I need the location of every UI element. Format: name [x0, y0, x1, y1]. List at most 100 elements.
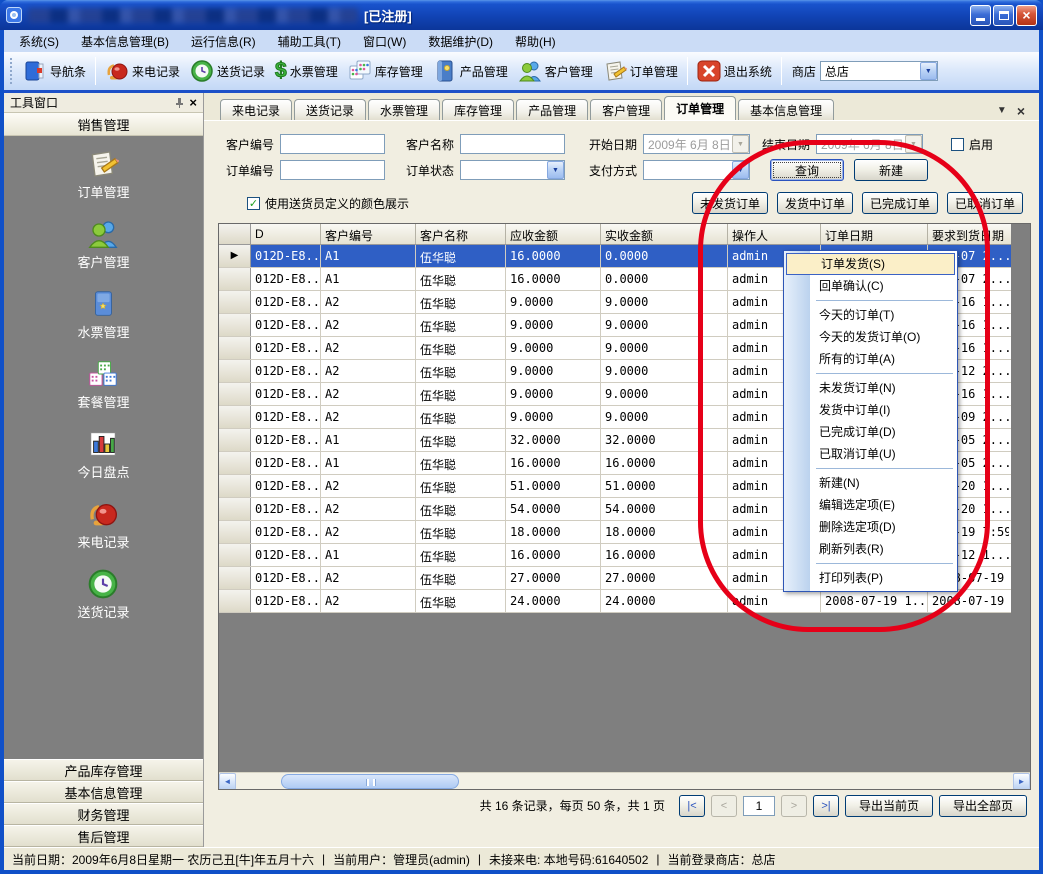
toolbar-customer-button[interactable]: 客户管理	[513, 57, 598, 85]
sidebar-item-package[interactable]: 套餐管理	[77, 358, 129, 411]
context-menu-item[interactable]: 订单发货(S)	[786, 253, 955, 275]
pin-icon[interactable]	[173, 97, 185, 109]
row-selector[interactable]	[219, 291, 251, 313]
row-selector[interactable]	[219, 268, 251, 290]
row-selector[interactable]	[219, 544, 251, 566]
context-menu-item[interactable]: 编辑选定项(E)	[785, 494, 956, 516]
row-selector[interactable]	[219, 452, 251, 474]
start-date-picker[interactable]: 2009年 6月 8日 ▼	[643, 134, 750, 154]
color-option-checkbox[interactable]: ✓	[247, 197, 260, 210]
pay-method-select[interactable]: ▼	[643, 160, 750, 180]
scroll-left-icon[interactable]: ◄	[219, 773, 236, 790]
order-status-filter-button[interactable]: 未发货订单	[692, 192, 768, 214]
order-status-filter-button[interactable]: 已取消订单	[947, 192, 1023, 214]
sidebar-item-order[interactable]: 订单管理	[77, 148, 129, 201]
toolbar-nav-button[interactable]: 导航条	[18, 57, 91, 85]
row-selector[interactable]	[219, 314, 251, 336]
header-customer-no[interactable]: 客户编号	[321, 224, 416, 244]
row-selector[interactable]	[219, 567, 251, 589]
menubar-item[interactable]: 辅助工具(T)	[267, 30, 352, 52]
context-menu-item[interactable]: 删除选定项(D)	[785, 516, 956, 538]
store-select[interactable]: 总店 ▼	[820, 61, 938, 81]
new-button[interactable]: 新建	[854, 159, 928, 181]
row-selector[interactable]	[219, 360, 251, 382]
chevron-down-icon[interactable]: ▼	[547, 161, 564, 179]
tab[interactable]: 水票管理	[368, 99, 440, 120]
row-selector[interactable]	[219, 383, 251, 405]
header-order-date[interactable]: 订单日期	[821, 224, 928, 244]
toolbar-ticket-button[interactable]: $ 水票管理	[270, 58, 343, 84]
menubar-item[interactable]: 帮助(H)	[504, 30, 567, 52]
tool-window-close-icon[interactable]: ×	[189, 98, 197, 108]
row-selector[interactable]	[219, 475, 251, 497]
sidebar-section-button[interactable]: 售后管理	[4, 825, 203, 847]
first-page-button[interactable]: |<	[679, 795, 705, 817]
next-page-button[interactable]: >	[781, 795, 807, 817]
chevron-down-icon[interactable]: ▼	[732, 161, 749, 179]
chevron-down-icon[interactable]: ▼	[920, 62, 937, 80]
header-receivable[interactable]: 应收金额	[506, 224, 601, 244]
context-menu-item[interactable]: 回单确认(C)	[785, 275, 956, 297]
header-required-date[interactable]: 要求到货日期	[928, 224, 1009, 244]
query-button[interactable]: 查询	[770, 159, 844, 181]
sidebar-section-button[interactable]: 产品库存管理	[4, 759, 203, 781]
toolbar-exit-button[interactable]: 退出系统	[692, 57, 777, 85]
tab[interactable]: 来电记录	[220, 99, 292, 120]
context-menu-item[interactable]: 未发货订单(N)	[785, 377, 956, 399]
prev-page-button[interactable]: <	[711, 795, 737, 817]
header-received[interactable]: 实收金额	[601, 224, 728, 244]
sidebar-section-sales[interactable]: 销售管理	[4, 113, 203, 136]
context-menu-item[interactable]: 打印列表(P)	[785, 567, 956, 589]
menubar-item[interactable]: 运行信息(R)	[180, 30, 267, 52]
row-selector[interactable]	[219, 406, 251, 428]
enable-checkbox[interactable]	[951, 138, 964, 151]
row-selector[interactable]	[219, 521, 251, 543]
header-id[interactable]: D	[251, 224, 321, 244]
context-menu-item[interactable]: 已完成订单(D)	[785, 421, 956, 443]
sidebar-item-ticket[interactable]: 水票管理	[77, 288, 129, 341]
export-current-page-button[interactable]: 导出当前页	[845, 795, 933, 817]
toolbar-inventory-button[interactable]: 库存管理	[343, 57, 428, 85]
maximize-button[interactable]	[993, 5, 1014, 26]
scroll-right-icon[interactable]: ►	[1013, 773, 1030, 790]
horizontal-scrollbar[interactable]: ◄ ►	[219, 772, 1030, 789]
row-selector[interactable]	[219, 498, 251, 520]
header-operator[interactable]: 操作人	[728, 224, 821, 244]
tab[interactable]: 库存管理	[442, 99, 514, 120]
end-date-picker[interactable]: 2009年 6月 8日 ▼	[816, 134, 923, 154]
order-status-filter-button[interactable]: 已完成订单	[862, 192, 938, 214]
order-no-input[interactable]	[280, 160, 385, 180]
context-menu-item[interactable]: 新建(N)	[785, 472, 956, 494]
context-menu-item[interactable]: 发货中订单(I)	[785, 399, 956, 421]
toolbar-call-log-button[interactable]: 来电记录	[100, 57, 185, 85]
page-number-input[interactable]	[743, 796, 775, 816]
menubar-item[interactable]: 系统(S)	[8, 30, 70, 52]
toolbar-order-button[interactable]: 订单管理	[598, 57, 683, 85]
table-row[interactable]: 012D-E8... A2 伍华聪 24.0000 24.0000 admin …	[219, 590, 1011, 613]
scrollbar-thumb[interactable]	[281, 774, 459, 789]
tab-menu-icon[interactable]: ▼	[997, 105, 1007, 116]
sidebar-item-customer[interactable]: 客户管理	[77, 218, 129, 271]
context-menu-item[interactable]: 所有的订单(A)	[785, 348, 956, 370]
sidebar-item-delivery-log[interactable]: 送货记录	[77, 568, 129, 621]
sidebar-item-call-log[interactable]: 来电记录	[77, 498, 129, 551]
header-customer-name[interactable]: 客户名称	[416, 224, 506, 244]
order-status-select[interactable]: ▼	[460, 160, 565, 180]
sidebar-section-button[interactable]: 基本信息管理	[4, 781, 203, 803]
toolbar-product-button[interactable]: 产品管理	[428, 57, 513, 85]
close-button[interactable]: ×	[1016, 5, 1037, 26]
menubar-item[interactable]: 基本信息管理(B)	[70, 30, 180, 52]
tab[interactable]: 客户管理	[590, 99, 662, 120]
row-selector[interactable]	[219, 337, 251, 359]
minimize-button[interactable]	[970, 5, 991, 26]
row-selector[interactable]: ▶	[219, 245, 251, 267]
tab[interactable]: 产品管理	[516, 99, 588, 120]
order-status-filter-button[interactable]: 发货中订单	[777, 192, 853, 214]
context-menu-item[interactable]: 今天的发货订单(O)	[785, 326, 956, 348]
tab[interactable]: 送货记录	[294, 99, 366, 120]
row-selector[interactable]	[219, 429, 251, 451]
sidebar-section-button[interactable]: 财务管理	[4, 803, 203, 825]
tab[interactable]: 基本信息管理	[738, 99, 834, 120]
customer-name-input[interactable]	[460, 134, 565, 154]
sidebar-item-daily-check[interactable]: 今日盘点	[77, 428, 129, 481]
